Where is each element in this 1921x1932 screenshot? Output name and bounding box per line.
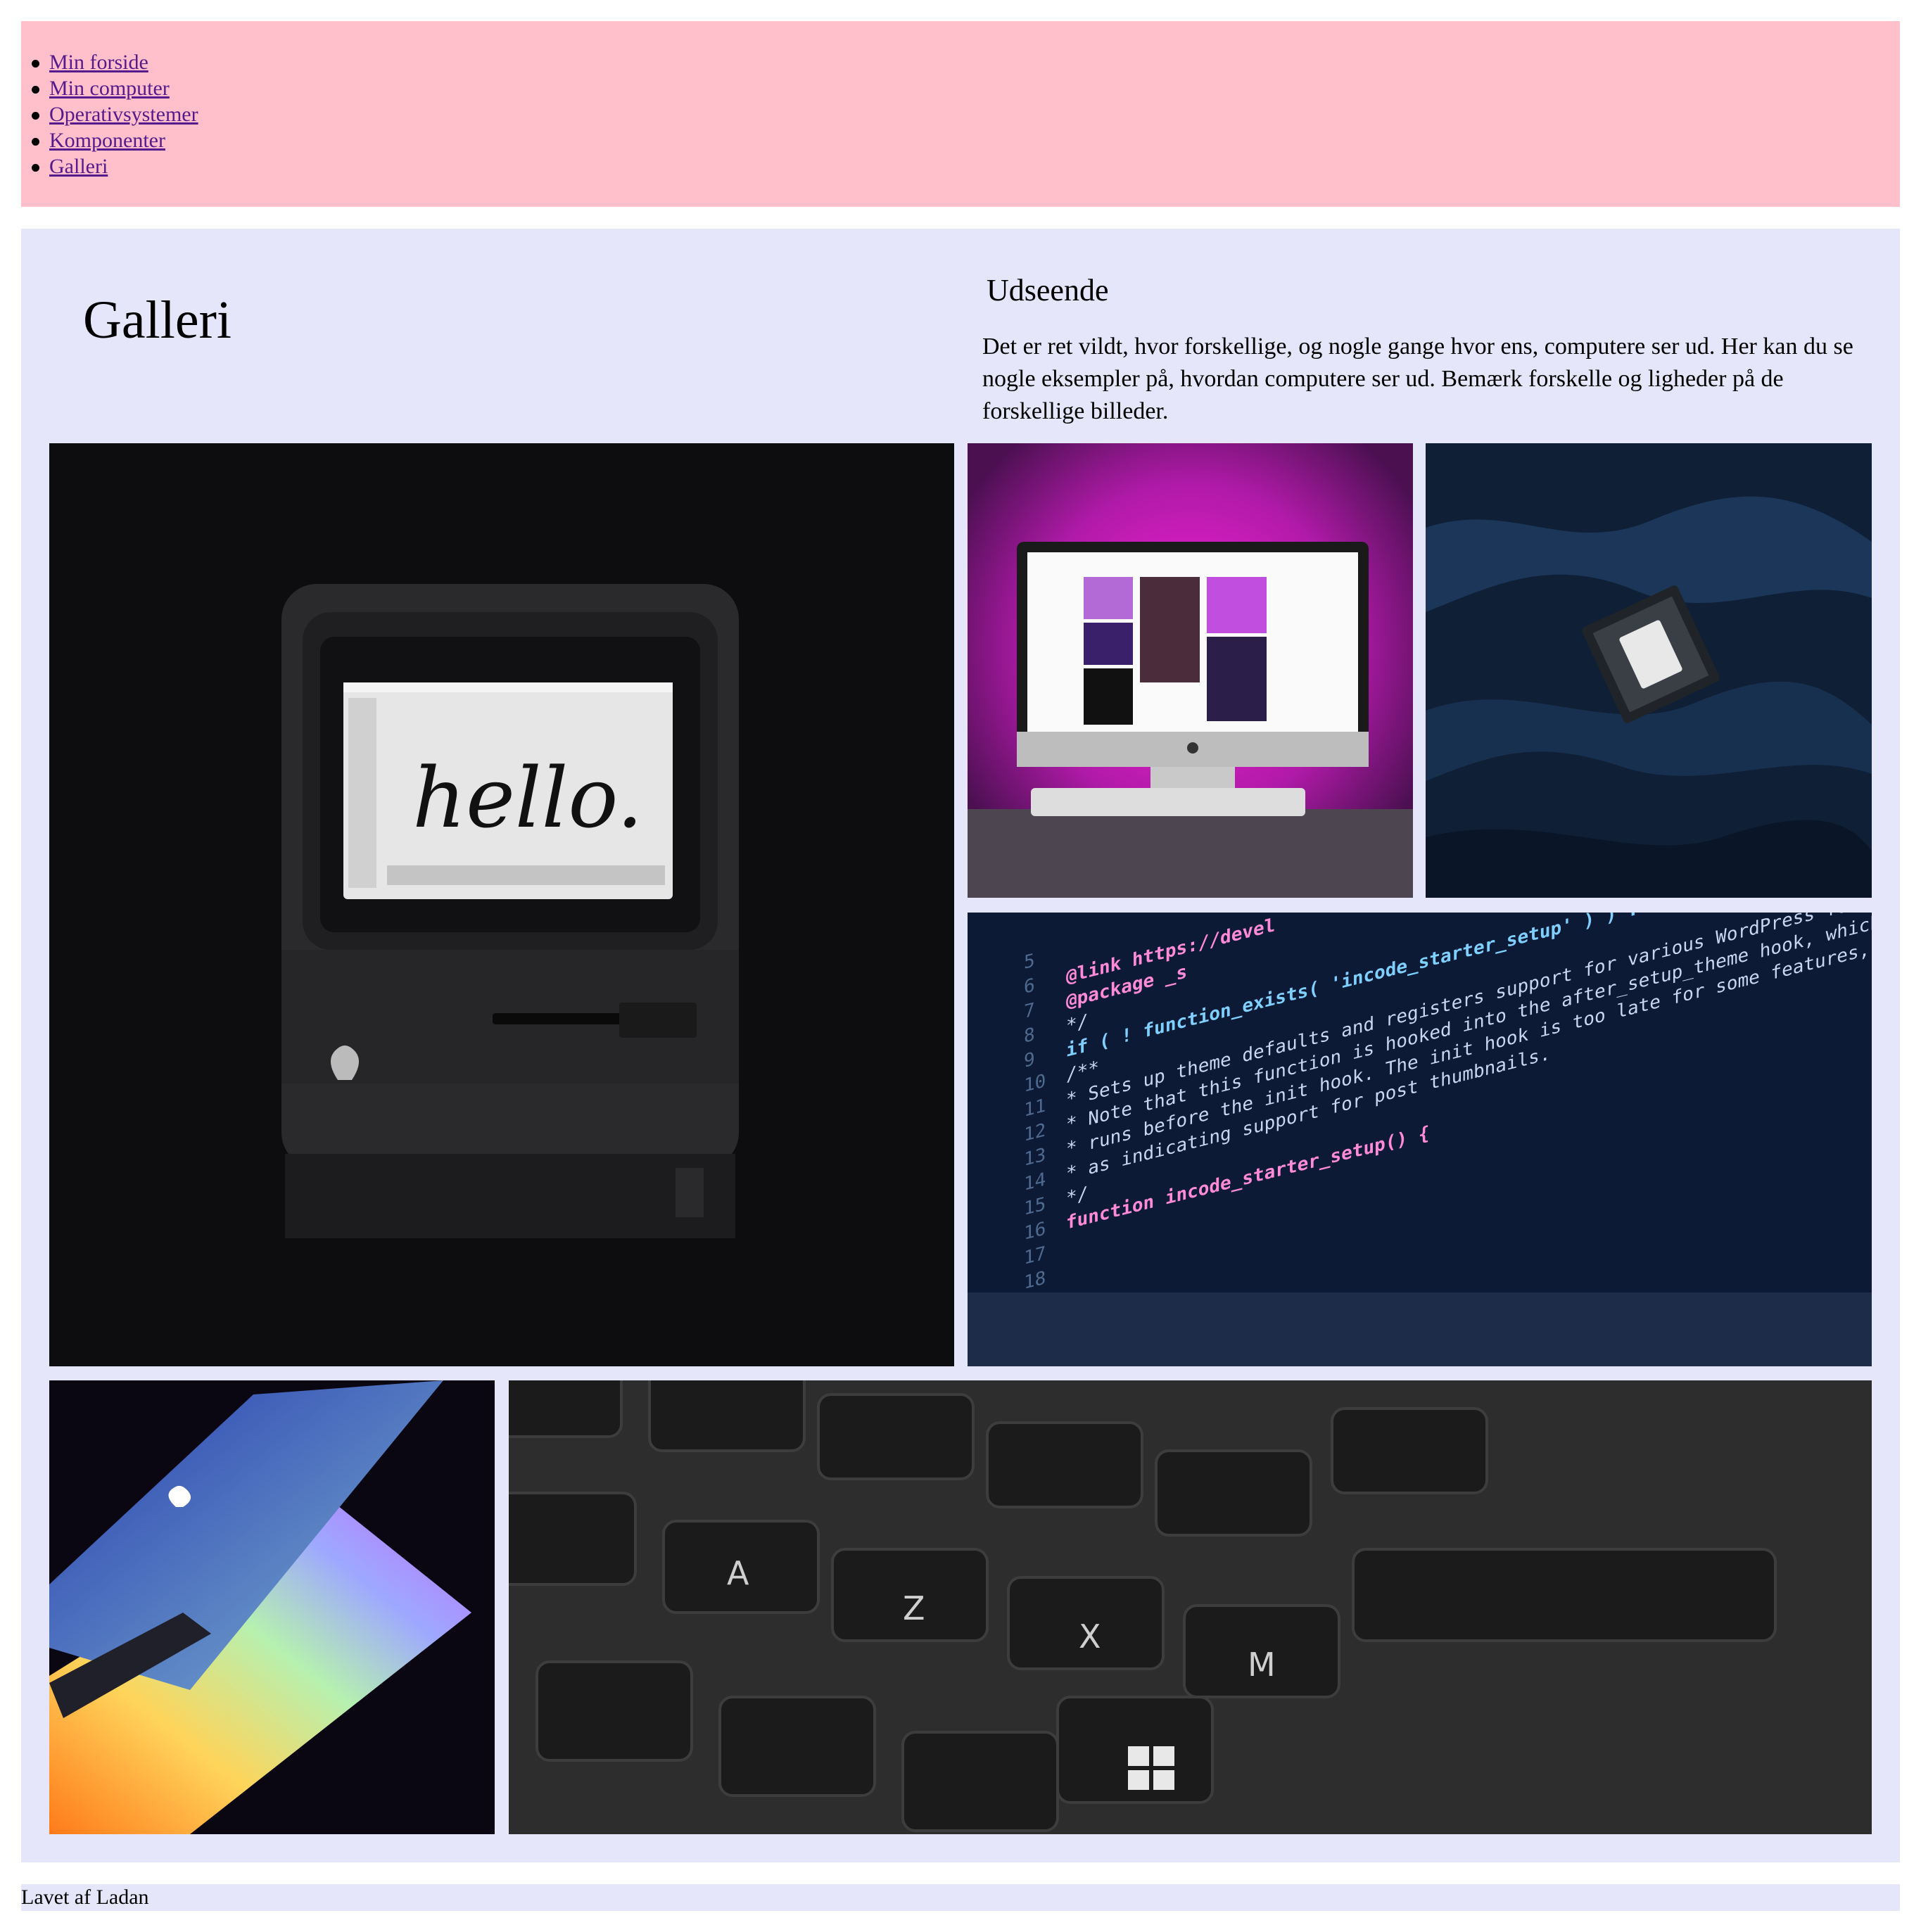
photo-vintage-macintosh: hello. — [49, 443, 954, 1366]
gallery-section: Galleri Udseende Det er ret vildt, hvor … — [21, 229, 1900, 1862]
key-label: A — [727, 1554, 749, 1592]
footer-text: Lavet af Ladan — [21, 1886, 149, 1909]
imac-apple-icon — [1187, 742, 1198, 754]
nav-link-komponenter[interactable]: Komponenter — [49, 129, 165, 152]
photo-code-screen: 5 6 7 8 9 10 11 12 13 14 15 16 17 18 @li… — [968, 913, 1872, 1366]
key-label: M — [1248, 1646, 1276, 1684]
nav-item-computer: Min computer — [32, 75, 1900, 101]
line-number: 8 — [1024, 1023, 1035, 1047]
line-number: 7 — [1024, 998, 1035, 1022]
nav-link-galleri[interactable]: Galleri — [49, 155, 108, 178]
page-footer: Lavet af Ladan — [21, 1884, 1900, 1911]
intro-text: Det er ret vildt, hvor forskellige, og n… — [982, 333, 1853, 424]
photo-cpu-chip — [1426, 443, 1872, 898]
nav-item-komponenter: Komponenter — [32, 127, 1900, 153]
page-title: Galleri — [83, 291, 232, 350]
nav-link-computer[interactable]: Min computer — [49, 77, 170, 100]
photo-macbook-rainbow — [49, 1380, 495, 1834]
nav-item-galleri: Galleri — [32, 153, 1900, 179]
line-number: 9 — [1024, 1048, 1035, 1072]
nav-list: Min forside Min computer Operativsysteme… — [21, 21, 1900, 179]
nav-item-operativsystemer: Operativsystemer — [32, 101, 1900, 127]
photo-imac-pink — [968, 443, 1413, 898]
nav-link-forside[interactable]: Min forside — [49, 51, 148, 74]
section-subtitle: Udseende — [987, 273, 1109, 307]
key-label: Z — [903, 1589, 925, 1627]
mac-screen-hello: hello. — [412, 749, 643, 846]
nav-link-operativsystemer[interactable]: Operativsystemer — [49, 103, 198, 126]
line-number: 6 — [1024, 974, 1035, 998]
nav-item-forside: Min forside — [32, 49, 1900, 75]
top-navigation: Min forside Min computer Operativsysteme… — [21, 21, 1900, 207]
key-label: X — [1079, 1618, 1101, 1655]
photo-keyboard-closeup: A Z X M — [509, 1380, 1872, 1834]
line-number: 5 — [1024, 949, 1035, 973]
